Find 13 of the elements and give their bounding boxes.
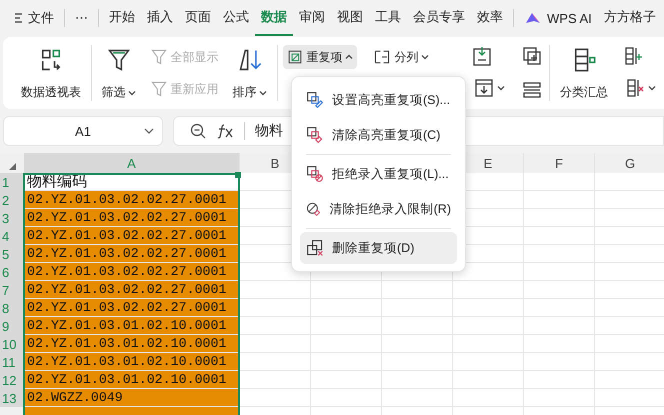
formula-value: 物料 [255, 122, 283, 140]
table-cell: 02.YZ.01.03.02.02.27.0001 [24, 191, 240, 209]
table-cell: 02.YZ.01.03.02.02.27.0001 [24, 209, 240, 227]
table-cell: 02.YZ.01.03.02.02.27.0001 [24, 281, 240, 299]
table-cell: 02.YZ.01.03.01.02.10.0001 [24, 317, 240, 335]
table-cell: 02.WGZZ.0049 [24, 389, 240, 407]
table-cell: 02.YZ.01.03.02.02.27.0001 [24, 263, 240, 281]
table-cell: 02.YZ.01.03.02.02.27.0001 [24, 245, 240, 263]
table-cell: 02.YZ.01.03.02.02.27.0001 [24, 227, 240, 245]
table-cell: 02.YZ.01.03.01.02.10.0001 [24, 371, 240, 389]
table-cell: 02.YZ.01.03.01.02.10.0001 [24, 353, 240, 371]
table-cell: 02.YZ.01.03.01.02.10.0001 [24, 335, 240, 353]
table-cell: 02.YZ.01.03.02.02.27.0001 [24, 299, 240, 317]
